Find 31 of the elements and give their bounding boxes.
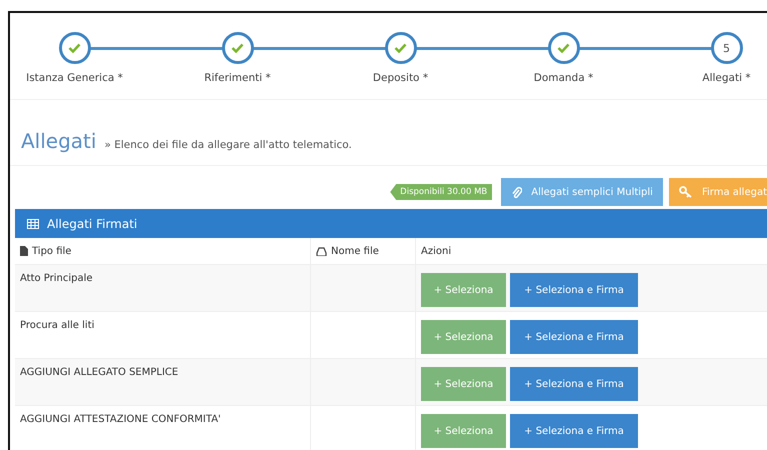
sign-attachments-button[interactable]: Firma allegat: [668, 178, 767, 206]
column-header: Tipo file: [32, 246, 72, 256]
step-label: Domanda *: [534, 72, 594, 84]
table-icon: [27, 218, 39, 228]
select-button[interactable]: + Seleziona: [421, 273, 506, 307]
select-and-sign-button[interactable]: + Seleziona e Firma: [510, 320, 638, 354]
table-cell: AGGIUNGI ATTESTAZIONE CONFORMITA': [15, 406, 311, 450]
step-label: Deposito *: [372, 72, 428, 84]
table-cell: AGGIUNGI ALLEGATO SEMPLICE: [15, 359, 311, 406]
step-number: 5: [710, 32, 742, 64]
select-and-sign-button[interactable]: + Seleziona e Firma: [510, 367, 638, 401]
storage-badge: Disponibili 30.00 MB: [390, 184, 492, 200]
select-and-sign-button[interactable]: + Seleziona e Firma: [510, 414, 638, 448]
key-icon: [678, 186, 693, 198]
step-label: Riferimenti *: [204, 72, 271, 84]
select-button[interactable]: + Seleziona: [421, 414, 506, 448]
select-and-sign-button[interactable]: + Seleziona e Firma: [510, 273, 638, 307]
select-button[interactable]: + Seleziona: [421, 367, 506, 401]
paperclip-icon: [511, 186, 522, 198]
step-label: Istanza Generica *: [26, 72, 123, 84]
file-icon: [20, 246, 28, 256]
panel-title: Allegati Firmati: [47, 216, 138, 230]
column-header: Nome file: [331, 246, 379, 256]
page-subtitle: » Elenco dei file da allegare all'atto telematico.: [104, 139, 352, 151]
multiple-attachments-button[interactable]: Allegati semplici Multipli: [501, 178, 663, 206]
column-header: Azioni: [421, 246, 452, 256]
step-label: Allegati *: [702, 72, 751, 84]
drive-icon: [316, 246, 327, 256]
page-title: Allegati: [21, 129, 96, 153]
table-cell: Atto Principale: [15, 265, 311, 312]
select-button[interactable]: + Seleziona: [421, 320, 506, 354]
